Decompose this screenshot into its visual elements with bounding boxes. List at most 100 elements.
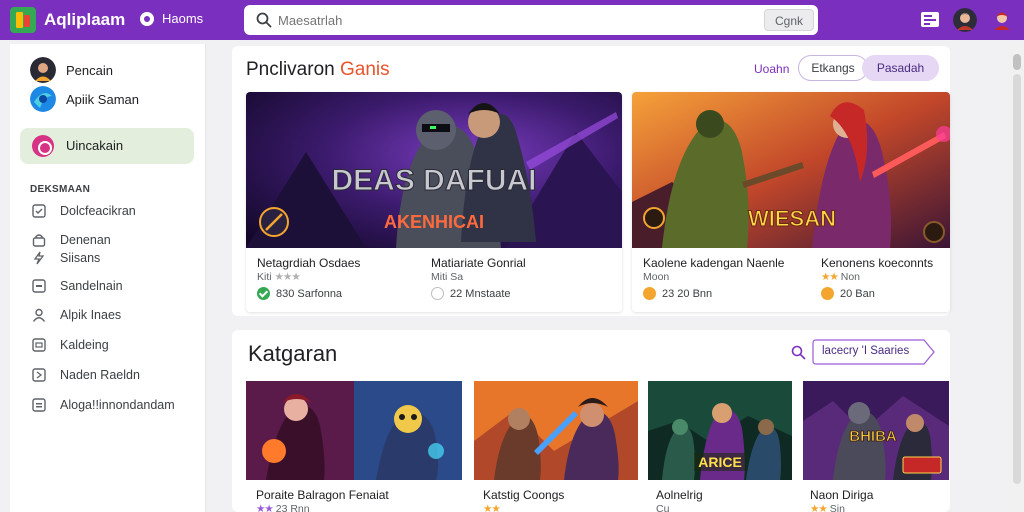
search-icon (256, 12, 272, 28)
game-stat: 22 Mnstaate (431, 287, 511, 300)
user-avatar-icon (30, 86, 56, 112)
box-icon (32, 338, 46, 352)
user-name: Apiik Saman (66, 91, 139, 107)
category-thumbnail[interactable]: ARICE (648, 381, 792, 480)
categories-series-button[interactable]: lacecry 'I Saaries (812, 339, 936, 365)
app-logo[interactable] (10, 7, 36, 33)
banner-title: WIESAN (748, 206, 836, 231)
filter-pill-2[interactable]: Pasadah (862, 55, 939, 81)
account-avatar-icon[interactable] (990, 8, 1014, 32)
sidebar-item-label: Sandelnain (60, 279, 123, 293)
category-image: BHIBA (803, 381, 949, 480)
game-stat: 20 Ban (821, 287, 875, 300)
app-title: Aqliplaam (44, 10, 126, 29)
featured-game-card[interactable]: WIESAN Kaolene kadengan Naenle Moon 23 2… (632, 92, 950, 312)
coin-icon (643, 287, 656, 300)
game-stat-text: 20 Ban (840, 287, 875, 300)
sidebar-item-label: Alpik Inaes (60, 308, 122, 322)
account-icon (32, 135, 54, 157)
game-stat: 830 Sarfonna (257, 287, 342, 300)
scrollbar-up-handle[interactable] (1013, 54, 1021, 70)
search-bar: Cgnk (244, 5, 818, 35)
game-meta: ★★ Non (821, 271, 860, 283)
category-meta: ★★ (483, 503, 501, 512)
search-button[interactable]: Cgnk (763, 9, 814, 31)
coin-icon (821, 287, 834, 300)
banner-title: DEAS DAFUAI (331, 164, 536, 197)
game-stat-text: 22 Mnstaate (450, 287, 511, 300)
game-meta-text: Non (840, 271, 861, 283)
category-thumbnail[interactable]: BHIBA (803, 381, 949, 480)
page-scrollbar[interactable] (1010, 44, 1024, 512)
sidebar-section-title: DEKSMAAN (30, 184, 91, 195)
notifications-icon[interactable] (918, 8, 942, 32)
profile-avatar-icon[interactable] (953, 8, 977, 32)
category-title: Poraite Balragon Fenaiat (256, 488, 389, 502)
home-icon (140, 11, 154, 26)
game-stat-text: 830 Sarfonna (276, 287, 343, 300)
search-icon[interactable] (791, 345, 806, 360)
sidebar-item-label: Denenan (60, 233, 111, 247)
sidebar-item[interactable]: Aloga!!innondandam (32, 398, 175, 412)
square-icon (32, 279, 46, 293)
category-title: Aolnelrig (656, 488, 703, 502)
shield-icon (32, 204, 46, 218)
user-name: Pencain (66, 62, 113, 78)
scrollbar-thumb[interactable] (1013, 74, 1021, 484)
top-app-bar: Aqliplaam Haoms Cgnk (0, 0, 1024, 40)
category-meta: Cu (656, 503, 670, 512)
rating-stars: ★★ (256, 503, 274, 512)
game-title: Kenonens koeconnts (821, 256, 934, 270)
game-stat-text: 23 20 Bnn (662, 287, 713, 300)
filter-link[interactable]: Uoahn (754, 62, 789, 76)
game-meta: Miti Sa (431, 271, 464, 283)
category-meta: ★★ 23 Rnn (256, 503, 310, 512)
doc-icon (32, 398, 46, 412)
user-avatar-icon (30, 57, 56, 83)
sidebar-item[interactable]: Alpik Inaes (32, 308, 121, 322)
game-title: Kaolene kadengan Naenle (643, 256, 785, 270)
sidebar-item[interactable]: Dolcfeacikran (32, 204, 136, 218)
game-title: Matiariate Gonrial (431, 256, 526, 270)
category-image (246, 381, 462, 480)
sidebar: Pencain Apiik Saman Uincakain DEKSMAAN D… (10, 44, 206, 512)
game-banner-image: WIESAN (632, 92, 950, 248)
rating-stars: ★★ (483, 503, 501, 512)
home-nav-link[interactable]: Haoms (140, 11, 203, 26)
featured-section-title: Pnclivaron Ganis (246, 59, 390, 81)
rating-stars: ★★ (810, 503, 828, 512)
sidebar-item[interactable]: Kaldeing (32, 338, 109, 352)
sidebar-user-item[interactable]: Pencain (30, 57, 113, 83)
tile-badge-text: BHIBA (849, 428, 897, 445)
game-meta: Kiti ★★★ (257, 271, 301, 283)
game-stat: 23 20 Bnn (643, 287, 712, 300)
sidebar-item[interactable]: Sandelnain (32, 279, 123, 293)
category-thumbnail[interactable] (246, 381, 462, 480)
filter-pill-1[interactable]: Etkangs (798, 55, 868, 81)
sidebar-user-item[interactable]: Apiik Saman (30, 86, 139, 112)
category-image (474, 381, 638, 480)
featured-title-accent: Ganis (340, 59, 390, 80)
sidebar-item-label: Dolcfeacikran (60, 204, 136, 218)
game-banner-image: DEAS DAFUAI AKENHICAI (246, 92, 622, 248)
featured-game-card[interactable]: DEAS DAFUAI AKENHICAI Netagrdiah Osdaes … (246, 92, 622, 312)
category-meta-text: 23 Rnn (275, 503, 310, 512)
rating-stars: ★★ (821, 271, 839, 283)
categories-title: Katgaran (248, 341, 338, 366)
search-input[interactable] (278, 10, 698, 30)
lock-icon (32, 234, 46, 247)
category-thumbnail[interactable] (474, 381, 638, 480)
verified-icon (257, 287, 270, 300)
sidebar-item-label: Kaldeing (60, 338, 109, 352)
category-image: ARICE (648, 381, 792, 480)
featured-title-main: Pnclivaron (246, 59, 335, 80)
sidebar-item-active[interactable]: Uincakain (20, 128, 194, 164)
sidebar-item[interactable]: Siisans (32, 251, 100, 265)
game-meta-text: Kiti (257, 271, 272, 283)
category-title: Naon Diriga (810, 488, 874, 502)
sidebar-item[interactable]: Denenan (32, 233, 111, 247)
sidebar-item[interactable]: Naden Raeldn (32, 368, 140, 382)
category-meta: ★★ Sin (810, 503, 845, 512)
sidebar-item-label: Naden Raeldn (60, 368, 140, 382)
game-title: Netagrdiah Osdaes (257, 256, 361, 270)
